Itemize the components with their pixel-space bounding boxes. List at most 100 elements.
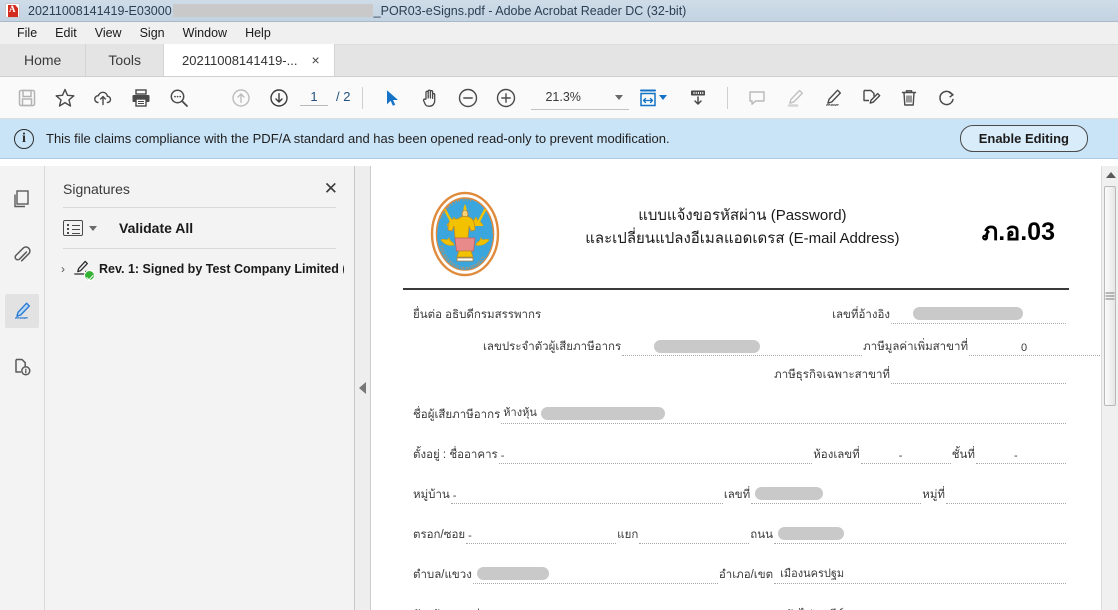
enable-editing-button[interactable]: Enable Editing bbox=[959, 125, 1088, 152]
fit-page-icon[interactable] bbox=[635, 81, 661, 115]
expand-chevron-icon[interactable]: › bbox=[61, 262, 65, 276]
hand-tool-icon[interactable] bbox=[411, 81, 449, 115]
thai-revenue-department-emblem-icon: กรมสรรพากร THE REVENUE DEPARTMENT bbox=[427, 190, 503, 278]
chevron-down-icon[interactable] bbox=[89, 225, 97, 231]
signatures-pen-icon[interactable] bbox=[5, 294, 39, 328]
floor-value-wrap: - bbox=[976, 450, 1066, 464]
taxpayer-id-label: เลขประจำตัวผู้เสียภาษีอากร bbox=[483, 341, 622, 353]
province-label: จังหวัด bbox=[413, 606, 447, 610]
subdistrict-label: ตำบล/แขวง bbox=[413, 569, 472, 581]
fit-page-chevron-icon[interactable] bbox=[659, 95, 668, 100]
district-value-wrap: เมืองนครปฐม bbox=[774, 568, 1066, 584]
select-tool-icon[interactable] bbox=[373, 81, 411, 115]
vertical-scrollbar[interactable] bbox=[1101, 166, 1118, 610]
house-no-label: เลขที่ bbox=[723, 489, 751, 501]
village-value-wrap: - bbox=[450, 490, 723, 504]
form-title-block: แบบแจ้งขอรหัสผ่าน (Password) และเปลี่ยนแ… bbox=[503, 188, 982, 251]
taxpayer-name-label: ชื่อผู้เสียภาษีอากร bbox=[413, 409, 501, 421]
form-row-submit-ref: ยื่นต่อ อธิบดีกรมสรรพากร เลขที่อ้างอิง bbox=[413, 306, 1067, 324]
form-row-sbt: ภาษีธุรกิจเฉพาะสาขาที่ bbox=[413, 366, 1067, 384]
page-thumbnails-icon[interactable] bbox=[5, 182, 39, 216]
info-icon: i bbox=[14, 128, 34, 149]
toolbar-divider-1 bbox=[362, 86, 364, 109]
notification-message: This file claims compliance with the PDF… bbox=[46, 131, 670, 146]
fill-and-sign-icon[interactable] bbox=[852, 81, 890, 115]
menu-window[interactable]: Window bbox=[174, 24, 236, 42]
valid-badge-icon bbox=[84, 270, 95, 281]
junction-value bbox=[639, 533, 750, 544]
attachments-paperclip-icon[interactable] bbox=[5, 238, 39, 272]
previous-page-icon[interactable] bbox=[222, 81, 260, 115]
form-row-address-building: ตั้งอยู่ : ชื่ออาคาร - ห้องเลขที่ - ชั้น… bbox=[413, 446, 1067, 464]
vat-branch-value-wrap: 0 bbox=[969, 342, 1101, 356]
tab-bar: Home Tools 20211008141419-... × bbox=[0, 44, 1118, 77]
signature-list-icon[interactable] bbox=[63, 220, 83, 236]
chevron-left-icon bbox=[359, 382, 366, 394]
add-comment-icon[interactable] bbox=[738, 81, 776, 115]
chevron-down-icon[interactable] bbox=[615, 94, 624, 100]
scroll-up-button[interactable] bbox=[1102, 166, 1118, 183]
title-bar: 20211008141419-E03000 _POR03-eSigns.pdf -… bbox=[0, 0, 1118, 22]
form-row-soi: ตรอก/ซอย - แยก ถนน bbox=[413, 526, 1067, 544]
zoom-level-control[interactable]: 21.3% bbox=[531, 86, 630, 110]
page-number-input[interactable]: 1 bbox=[300, 89, 328, 106]
menu-sign[interactable]: Sign bbox=[131, 24, 174, 42]
redaction-block bbox=[755, 487, 824, 500]
sign-icon[interactable] bbox=[814, 81, 852, 115]
highlight-icon[interactable] bbox=[776, 81, 814, 115]
vat-branch-value: 0 bbox=[1021, 342, 1028, 354]
window-title-prefix: 20211008141419-E03000 bbox=[28, 3, 172, 18]
house-no-value bbox=[751, 487, 922, 504]
close-icon[interactable]: ✕ bbox=[324, 180, 338, 197]
form-header: กรมสรรพากร THE REVENUE DEPARTMENT แบบแจ้… bbox=[399, 188, 1073, 278]
main-content: Signatures ✕ Validate All › Rev. 1: Sign… bbox=[0, 166, 1118, 610]
menu-view[interactable]: View bbox=[86, 24, 131, 42]
room-no-label: ห้องเลขที่ bbox=[813, 449, 860, 461]
zoom-out-icon[interactable] bbox=[449, 81, 487, 115]
menu-bar: File Edit View Sign Window Help bbox=[0, 22, 1118, 45]
soi-value: - bbox=[468, 530, 472, 542]
form-row-subdistrict: ตำบล/แขวง อำเภอ/เขต เมืองนครปฐม bbox=[413, 566, 1067, 584]
scroll-mode-icon[interactable] bbox=[679, 81, 717, 115]
print-icon[interactable] bbox=[122, 81, 160, 115]
form-row-village: หมู่บ้าน - เลขที่ หมู่ที่ bbox=[413, 486, 1067, 504]
taxpayer-name-value: ห้างหุ้น bbox=[501, 407, 1066, 424]
rotate-icon[interactable] bbox=[928, 81, 966, 115]
redaction-block-title bbox=[172, 4, 373, 17]
list-item-label: Rev. 1: Signed by Test Company Limited (… bbox=[99, 262, 344, 276]
menu-file[interactable]: File bbox=[8, 24, 46, 42]
located-value-wrap: - bbox=[498, 450, 813, 464]
scrollbar-thumb[interactable] bbox=[1104, 186, 1116, 406]
document-properties-icon[interactable] bbox=[5, 350, 39, 384]
next-page-icon[interactable] bbox=[260, 81, 298, 115]
list-item[interactable]: › Rev. 1: Signed by Test Company Limited… bbox=[45, 249, 354, 289]
scrollbar-grip bbox=[1105, 292, 1115, 300]
soi-value-wrap: - bbox=[466, 530, 617, 544]
collapse-panel-handle[interactable] bbox=[355, 166, 371, 610]
tab-document-label: 20211008141419-... bbox=[182, 52, 298, 68]
save-file-icon[interactable] bbox=[8, 81, 46, 115]
validate-all-row[interactable]: Validate All bbox=[45, 208, 354, 248]
upload-cloud-icon[interactable] bbox=[84, 81, 122, 115]
validate-all-button[interactable]: Validate All bbox=[119, 220, 193, 236]
find-search-icon[interactable] bbox=[160, 81, 198, 115]
tab-home[interactable]: Home bbox=[0, 44, 87, 76]
floor-label: ชั้นที่ bbox=[951, 449, 975, 461]
menu-help[interactable]: Help bbox=[236, 24, 280, 42]
window-title: 20211008141419-E03000 _POR03-eSigns.pdf -… bbox=[28, 4, 686, 18]
menu-edit[interactable]: Edit bbox=[46, 24, 86, 42]
star-icon[interactable] bbox=[46, 81, 84, 115]
page-title: Signatures bbox=[63, 180, 130, 197]
triangle-up-icon bbox=[1105, 171, 1116, 178]
navigation-rail bbox=[0, 166, 45, 610]
taxpayer-name-prefix: ห้างหุ้น bbox=[503, 407, 537, 419]
document-viewport[interactable]: กรมสรรพากร THE REVENUE DEPARTMENT แบบแจ้… bbox=[371, 166, 1118, 610]
zoom-in-icon[interactable] bbox=[487, 81, 525, 115]
sbt-branch-label: ภาษีธุรกิจเฉพาะสาขาที่ bbox=[774, 369, 890, 381]
tab-tools[interactable]: Tools bbox=[86, 44, 165, 76]
close-icon[interactable]: × bbox=[311, 53, 319, 67]
delete-icon[interactable] bbox=[890, 81, 928, 115]
vat-branch-label: ภาษีมูลค่าเพิ่มสาขาที่ bbox=[863, 341, 969, 353]
tab-document[interactable]: 20211008141419-... × bbox=[164, 44, 335, 76]
village-label: หมู่บ้าน bbox=[413, 489, 450, 501]
